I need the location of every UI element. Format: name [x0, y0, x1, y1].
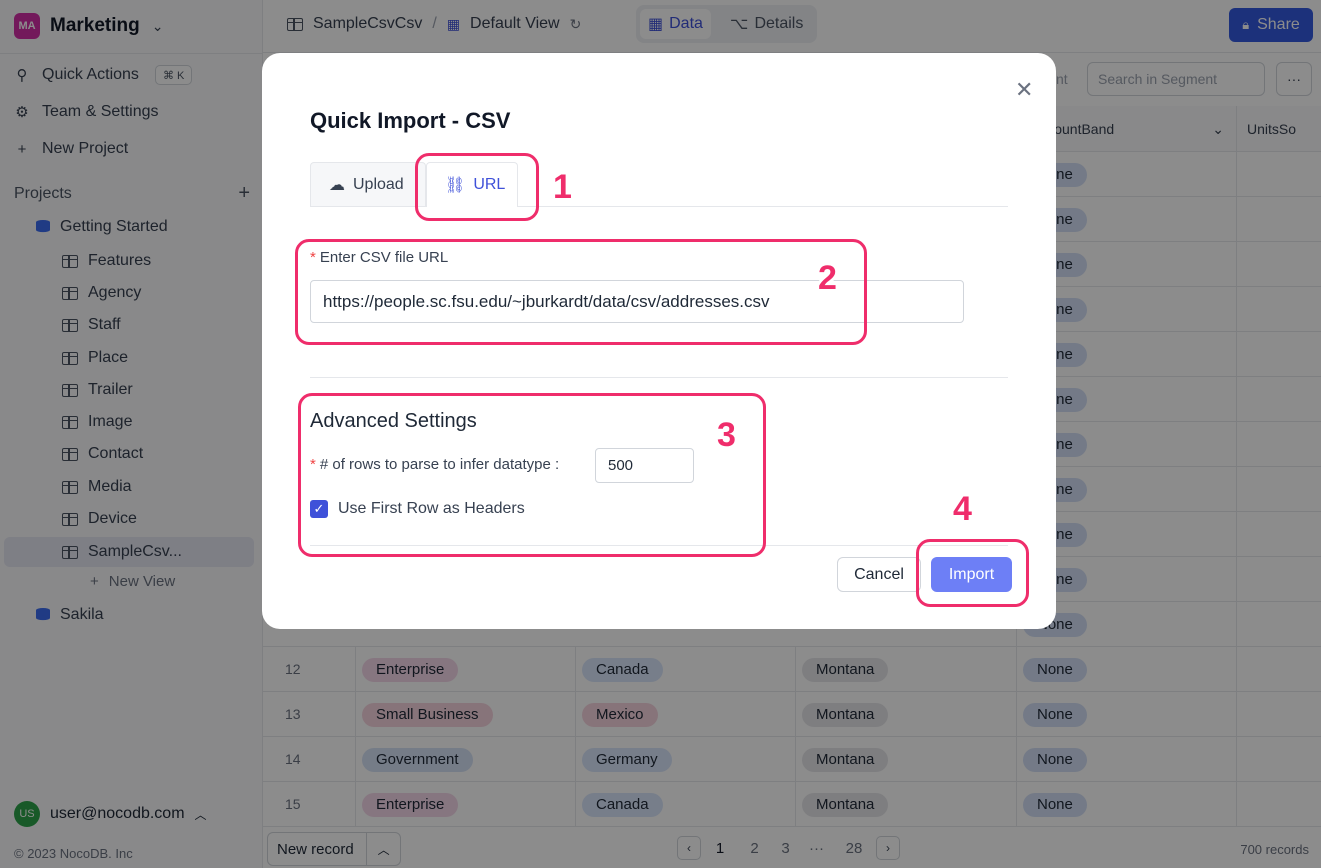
- modal-title: Quick Import - CSV: [310, 108, 511, 133]
- tab-upload[interactable]: ☁ Upload: [310, 162, 426, 206]
- annotation-number-3: 3: [717, 416, 736, 454]
- tab-upload-label: Upload: [353, 175, 404, 193]
- annotation-number-1: 1: [553, 168, 572, 206]
- annotation-box-4: [916, 539, 1029, 607]
- annotation-number-2: 2: [818, 259, 837, 297]
- divider: [310, 377, 1008, 378]
- annotation-number-4: 4: [953, 490, 972, 528]
- annotation-box-1: [415, 153, 539, 221]
- annotation-box-3: [298, 393, 766, 557]
- annotation-box-2: [295, 239, 867, 345]
- cloud-upload-icon: ☁: [329, 176, 345, 194]
- cancel-button[interactable]: Cancel: [837, 557, 921, 592]
- close-icon[interactable]: ✕: [1015, 77, 1033, 103]
